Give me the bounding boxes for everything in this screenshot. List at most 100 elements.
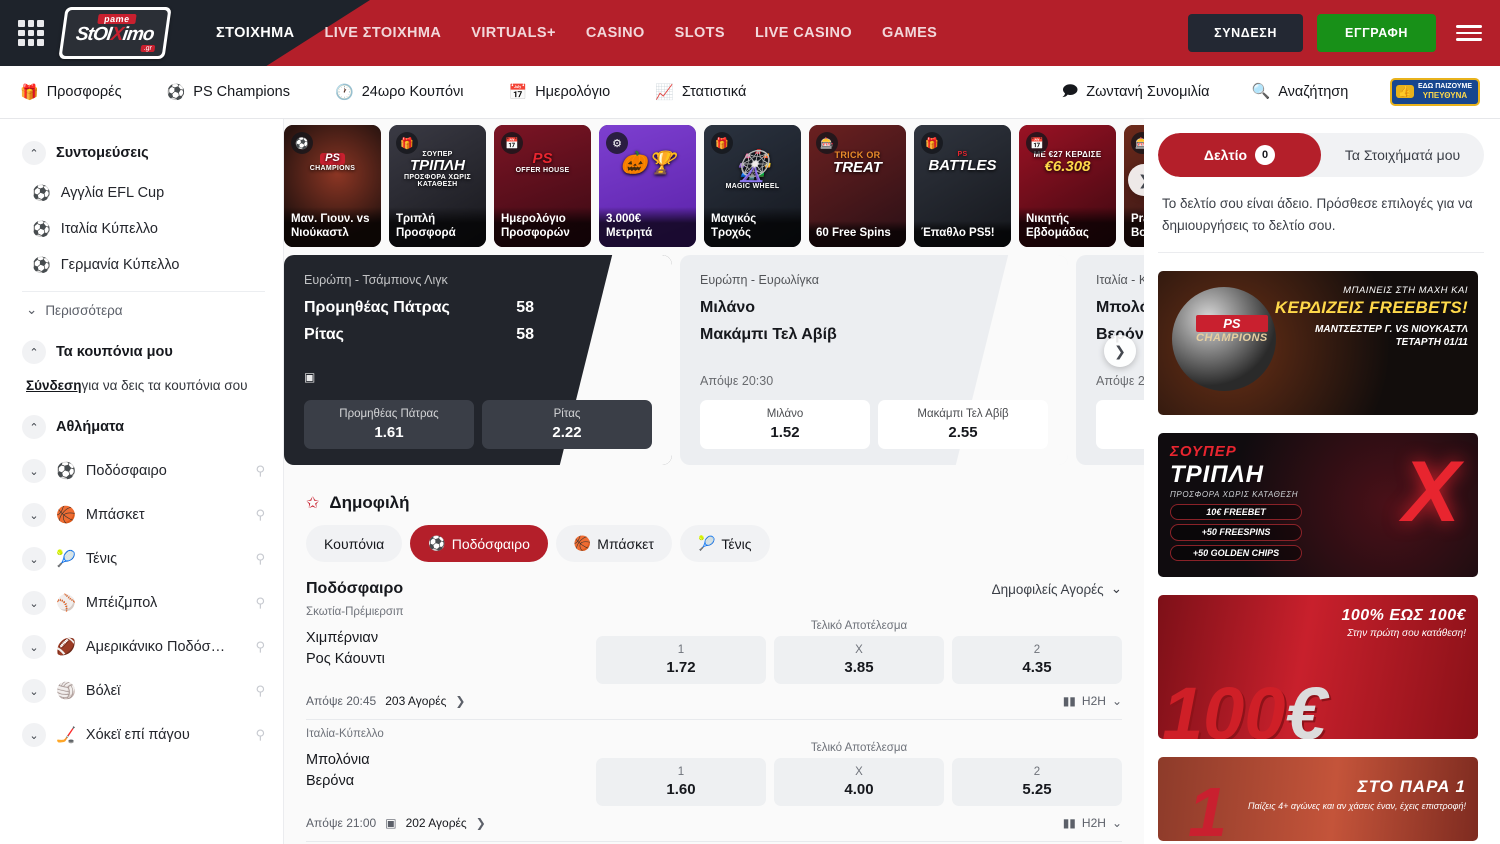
- login-button[interactable]: ΣΥΝΔΕΣΗ: [1188, 14, 1303, 52]
- subnav-item-statistics[interactable]: 📈 Στατιστικά: [655, 84, 746, 100]
- subnav-item-offers[interactable]: 🎁 Προσφορές: [20, 84, 122, 100]
- odd-button-1[interactable]: 1 1.72: [596, 636, 766, 684]
- nav-item-live-stoixima[interactable]: LIVE ΣΤΟΙΧΗΜΑ: [325, 25, 442, 41]
- pin-icon[interactable]: ⚲: [255, 595, 265, 611]
- chevron-right-icon[interactable]: ❯: [455, 694, 465, 708]
- featured-carousel-next-button[interactable]: ❯: [1104, 335, 1136, 367]
- promo-card[interactable]: 📅 PS OFFER HOUSE Ημερολόγιο Προσφορών: [494, 125, 591, 247]
- my-coupons-title: Τα κουπόνια μου: [56, 344, 173, 360]
- pin-icon[interactable]: ⚲: [255, 507, 265, 523]
- odd-button[interactable]: Προμηθέας Πάτρας 1.61: [304, 400, 474, 449]
- soccer-ball-icon: ⚽: [167, 85, 186, 100]
- search-button[interactable]: 🔍 Αναζήτηση: [1252, 84, 1349, 100]
- live-stream-icon[interactable]: ▣: [304, 370, 652, 384]
- subnav-item-ps-champions[interactable]: ⚽ PS Champions: [167, 84, 290, 100]
- nav-item-stoixima[interactable]: ΣΤΟΙΧΗΜΑ: [216, 25, 295, 41]
- promo-card[interactable]: 📅 ΜΕ €27 ΚΕΡΔΙΣΕ €6.308 Νικητής Εβδομάδα…: [1019, 125, 1116, 247]
- tab-coupons[interactable]: Κουπόνια: [306, 525, 402, 562]
- chevron-right-icon[interactable]: ❯: [476, 816, 486, 830]
- tab-my-bets[interactable]: Τα Στοιχήματά μου: [1321, 133, 1484, 177]
- sidebar-shortcut-italy-cup[interactable]: ⚽ Ιταλία Κύπελλο: [22, 211, 265, 247]
- subnav-item-24h-coupon[interactable]: 🕐 24ωρο Κουπόνι: [335, 84, 464, 100]
- promo-carousel: ⚽ PS CHAMPIONS Μαν. Γιουν. vs Νιούκαστλ …: [284, 119, 1144, 247]
- odd-button[interactable]: Μακάμπι Τελ Αβίβ 2.55: [878, 400, 1048, 449]
- pin-icon[interactable]: ⚲: [255, 683, 265, 699]
- sidebar-sport-baseball[interactable]: ⌄ ⚾ Μπέιζμπολ ⚲: [22, 581, 265, 625]
- gear-icon: ⚙: [606, 132, 628, 154]
- tab-label: Μπάσκετ: [597, 536, 654, 552]
- event-teams[interactable]: Χιμπέρνιαν Ρος Κάουντι: [306, 620, 596, 671]
- tab-football[interactable]: ⚽ Ποδόσφαιρο: [410, 525, 548, 562]
- promo-card[interactable]: 🎰 TRICK OR TREAT 60 Free Spins: [809, 125, 906, 247]
- banner-big-amount: 100€: [1162, 677, 1327, 739]
- sidebar-sport-ice-hockey[interactable]: ⌄ 🏒 Χόκεϊ επί πάγου ⚲: [22, 713, 265, 757]
- featured-home-team: Μιλάνο: [700, 299, 755, 317]
- promo-card[interactable]: ⚽ PS CHAMPIONS Μαν. Γιουν. vs Νιούκαστλ: [284, 125, 381, 247]
- nav-item-live-casino[interactable]: LIVE CASINO: [755, 25, 852, 41]
- event-h2h-button[interactable]: ▮▮ H2H ⌄: [1063, 816, 1122, 830]
- promo-banner-sto-para-1[interactable]: 1 ΣΤΟ ΠΑΡΑ 1 Παίζεις 4+ αγώνες και αν χά…: [1158, 757, 1478, 841]
- hamburger-menu-icon[interactable]: [1456, 25, 1482, 41]
- featured-match-card[interactable]: Ευρώπη - Ευρωλίγκα Μιλάνο Μακάμπι Τελ Αβ…: [680, 255, 1068, 465]
- odd-button[interactable]: Μιλάνο 1.52: [700, 400, 870, 449]
- event-teams[interactable]: Μπολόνια Βερόνα: [306, 742, 596, 793]
- promo-card[interactable]: 🎁 PS BATTLES Έπαθλο PS5!: [914, 125, 1011, 247]
- sidebar-section-shortcuts[interactable]: ⌃ Συντομεύσεις: [22, 141, 265, 165]
- odd-button[interactable]: 1 1.6: [1096, 400, 1144, 449]
- featured-odds: Προμηθέας Πάτρας 1.61 Ρίτας 2.22: [304, 400, 652, 449]
- register-button[interactable]: ΕΓΓΡΑΦΗ: [1317, 14, 1436, 52]
- sidebar-shortcut-germany-cup[interactable]: ⚽ Γερμανία Κύπελλο: [22, 247, 265, 283]
- pin-icon[interactable]: ⚲: [255, 463, 265, 479]
- sidebar-more-button[interactable]: ⌄ Περισσότερα: [22, 294, 265, 326]
- nav-item-virtuals[interactable]: VIRTUALS+: [471, 25, 556, 41]
- sidebar-sport-basketball[interactable]: ⌄ 🏀 Μπάσκετ ⚲: [22, 493, 265, 537]
- sidebar-sport-volleyball[interactable]: ⌄ 🏐 Βόλεϊ ⚲: [22, 669, 265, 713]
- sidebar-shortcut-efl-cup[interactable]: ⚽ Αγγλία EFL Cup: [22, 175, 265, 211]
- odd-button-x[interactable]: X 3.85: [774, 636, 944, 684]
- pin-icon[interactable]: ⚲: [255, 551, 265, 567]
- event-markets-count[interactable]: 202 Αγορές: [406, 816, 467, 830]
- apps-grid-icon[interactable]: [18, 20, 44, 46]
- nav-item-games[interactable]: GAMES: [882, 25, 937, 41]
- sidebar-section-sports[interactable]: ⌃ Αθλήματα: [22, 415, 265, 439]
- tab-basketball[interactable]: 🏀 Μπάσκετ: [556, 525, 672, 562]
- betslip-tab-label: Δελτίο: [1204, 147, 1247, 163]
- coupons-login-link[interactable]: Σύνδεση: [26, 378, 82, 393]
- odd-button-1[interactable]: 1 1.60: [596, 758, 766, 806]
- promo-art-text: 🎃🏆: [599, 151, 696, 174]
- promo-banner-welcome-bonus[interactable]: 100% ΕΩΣ 100€ Στην πρώτη σου κατάθεση! 1…: [1158, 595, 1478, 739]
- odd-button-2[interactable]: 2 4.35: [952, 636, 1122, 684]
- odd-button-2[interactable]: 2 5.25: [952, 758, 1122, 806]
- tab-tennis[interactable]: 🎾 Τένις: [680, 525, 770, 562]
- tab-betslip[interactable]: Δελτίο 0: [1158, 133, 1321, 177]
- promo-card[interactable]: ⚙ 🎃🏆 3.000€ Μετρητά: [599, 125, 696, 247]
- gift-icon: 🎁: [396, 132, 418, 154]
- promo-banner-ps-champions[interactable]: PS CHAMPIONS ΜΠΑΙΝΕΙΣ ΣΤΗ ΜΑΧΗ ΚΑΙ ΚΕΡΔΙ…: [1158, 271, 1478, 415]
- market-selector[interactable]: Δημοφιλείς Αγορές ⌄: [992, 581, 1122, 597]
- promo-art-text: PS CHAMPIONS: [284, 151, 381, 172]
- nav-item-casino[interactable]: CASINO: [586, 25, 645, 41]
- sidebar-sport-american-football[interactable]: ⌄ 🏈 Αμερικάνικο Ποδόσ… ⚲: [22, 625, 265, 669]
- sidebar-section-my-coupons[interactable]: ⌃ Τα κουπόνια μου: [22, 340, 265, 364]
- odd-button-x[interactable]: X 4.00: [774, 758, 944, 806]
- sidebar-sport-football[interactable]: ⌄ ⚽ Ποδόσφαιρο ⚲: [22, 449, 265, 493]
- pin-icon[interactable]: ⚲: [255, 639, 265, 655]
- promo-card[interactable]: 🎁 🎡 MAGIC WHEEL Μαγικός Τροχός: [704, 125, 801, 247]
- odd-button[interactable]: Ρίτας 2.22: [482, 400, 652, 449]
- subnav-item-calendar[interactable]: 📅 Ημερολόγιο: [509, 84, 611, 100]
- featured-match-card[interactable]: Ευρώπη - Τσάμπιονς Λιγκ Προμηθέας Πάτρας…: [284, 255, 672, 465]
- promo-label: Μαν. Γιουν. vs Νιούκαστλ: [284, 207, 381, 247]
- promo-banner-super-tripli[interactable]: X ΣΟΥΠΕΡ ΤΡΙΠΛΗ ΠΡΟΣΦΟΡΑ ΧΩΡΙΣ ΚΑΤΑΘΕΣΗ …: [1158, 433, 1478, 577]
- soccer-ball-icon: ⚽: [291, 132, 313, 154]
- odd-name: 2: [956, 644, 1118, 656]
- sidebar-sport-tennis[interactable]: ⌄ 🎾 Τένις ⚲: [22, 537, 265, 581]
- responsible-gaming-badge[interactable]: 👍 ΕΔΩ ΠΑΙΖΟΥΜΕ ΥΠΕΥΘΥΝΑ: [1390, 78, 1480, 105]
- baseball-icon: ⚾: [56, 593, 76, 613]
- nav-item-slots[interactable]: SLOTS: [675, 25, 725, 41]
- promo-card[interactable]: 🎁 ΣΟΥΠΕΡ ΤΡΙΠΛΗ ΠΡΟΣΦΟΡΑ ΧΩΡΙΣ ΚΑΤΑΘΕΣΗ …: [389, 125, 486, 247]
- live-chat-button[interactable]: 🗩 Ζωντανή Συνομιλία: [1062, 84, 1210, 100]
- pamestoixima-logo[interactable]: pame StOIXimo .gr: [62, 7, 168, 59]
- pin-icon[interactable]: ⚲: [255, 727, 265, 743]
- event-markets-count[interactable]: 203 Αγορές: [385, 694, 446, 708]
- event-h2h-button[interactable]: ▮▮ H2H ⌄: [1063, 694, 1122, 708]
